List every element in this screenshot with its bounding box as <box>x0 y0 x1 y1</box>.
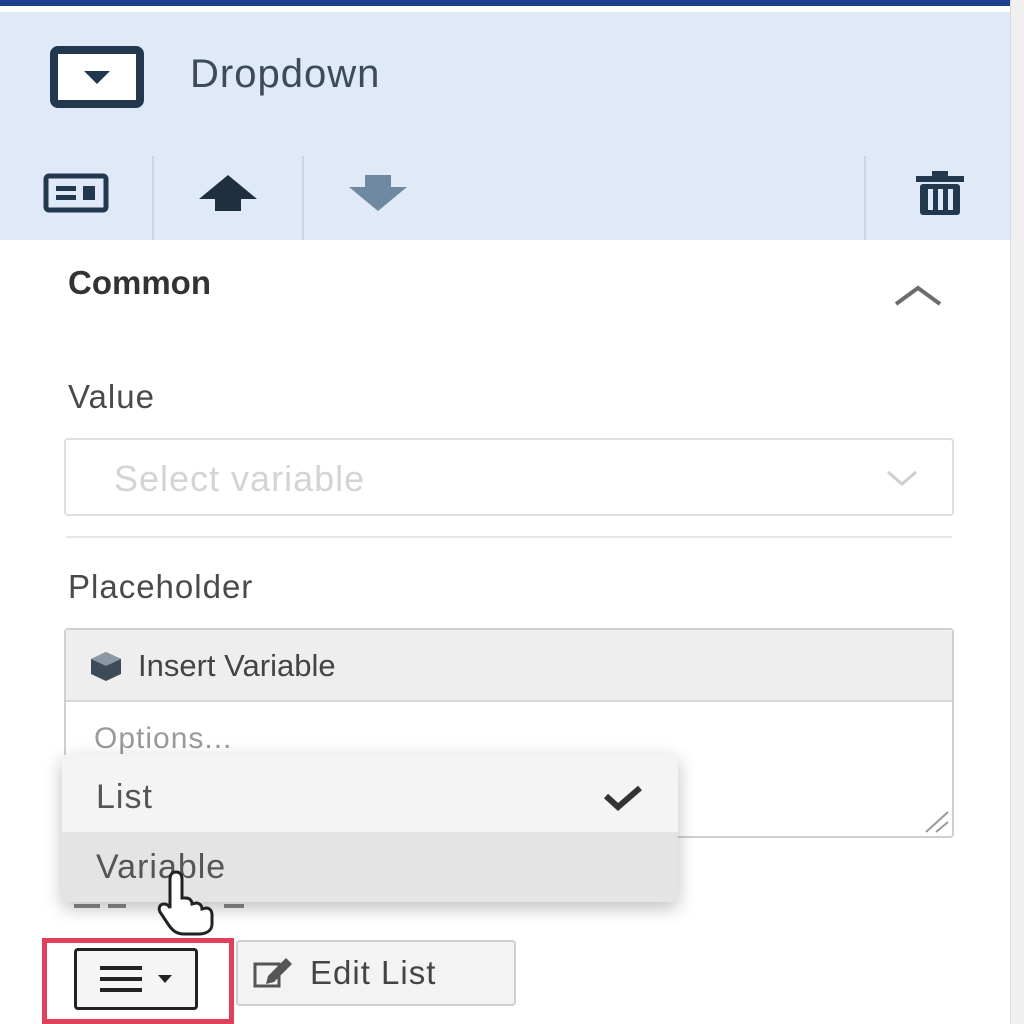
options-mode-toggle[interactable] <box>74 948 198 1010</box>
value-placeholder: Select variable <box>114 458 366 499</box>
section-title: Common <box>68 264 211 301</box>
move-down-button[interactable] <box>322 146 434 240</box>
edit-list-label: Edit List <box>310 954 437 991</box>
arrow-down-icon <box>349 175 407 211</box>
delete-button[interactable] <box>890 146 990 240</box>
editor-toolbar: Insert Variable <box>66 630 952 702</box>
hand-pointer-icon <box>157 870 214 936</box>
title-row: Dropdown <box>0 12 1010 146</box>
divider <box>66 536 952 538</box>
placeholder-label: Placeholder <box>68 568 254 605</box>
panel-toolbar <box>0 146 1010 240</box>
edit-icon <box>253 958 292 988</box>
panel-title: Dropdown <box>190 52 381 96</box>
insert-variable-button[interactable]: Insert Variable <box>88 644 336 688</box>
chevron-down-icon <box>887 470 917 486</box>
edit-list-button[interactable]: Edit List <box>236 940 516 1006</box>
trash-icon <box>916 171 964 215</box>
editor-text[interactable]: Options... <box>94 722 232 756</box>
card-layout-icon <box>43 173 109 213</box>
card-layout-button[interactable] <box>30 146 122 240</box>
move-up-button[interactable] <box>172 146 284 240</box>
panel-header: Dropdown <box>0 12 1010 240</box>
resize-handle-icon[interactable] <box>914 804 950 834</box>
panel-scroll-edge <box>1010 0 1024 1024</box>
arrow-up-icon <box>199 175 257 211</box>
value-label: Value <box>68 378 155 415</box>
cube-icon <box>91 652 121 681</box>
value-select[interactable]: Select variable <box>64 438 954 516</box>
section-collapse-button[interactable] <box>888 276 948 316</box>
toolbar-separator <box>152 156 154 240</box>
check-icon <box>603 785 642 812</box>
dropdown-icon <box>50 46 144 108</box>
toolbar-separator <box>864 156 866 240</box>
properties-panel: Dropdown Common Value Select variable Pl… <box>0 0 1024 1024</box>
insert-variable-label: Insert Variable <box>138 648 336 683</box>
chevron-up-icon <box>894 285 942 306</box>
list-icon <box>100 966 142 992</box>
menu-item-list[interactable]: List <box>62 762 678 832</box>
toolbar-separator <box>302 156 304 240</box>
menu-item-label: List <box>96 778 153 816</box>
caret-down-icon <box>158 975 172 983</box>
